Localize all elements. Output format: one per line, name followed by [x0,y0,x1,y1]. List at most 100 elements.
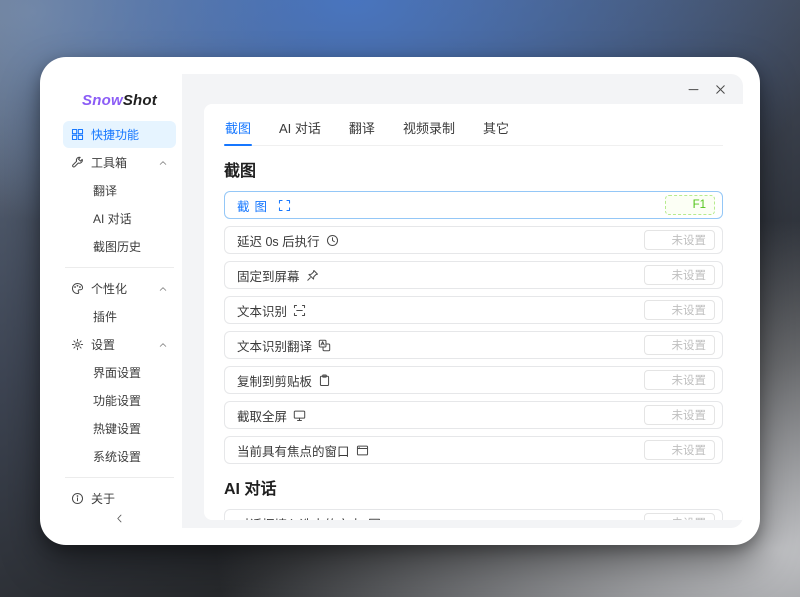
sidebar-item-label: AI 对话 [93,210,132,227]
sidebar-item-label: 工具箱 [91,154,127,171]
hotkey-badge[interactable]: 未设置 [644,513,716,520]
wrench-icon [71,156,84,169]
sidebar-item-toolbox[interactable]: 工具箱 [63,149,176,176]
sidebar-item-label: 个性化 [91,280,127,297]
hotkey-row-ocr-translate[interactable]: 文本识别翻译 未设置 [224,331,723,359]
hotkey-row-pin-to-screen[interactable]: 固定到屏幕 未设置 [224,261,723,289]
sidebar-divider [65,267,174,268]
keyboard-icon [653,339,666,352]
chevron-left-icon [114,513,125,524]
hotkey-row-capture-fullscreen[interactable]: 截取全屏 未设置 [224,401,723,429]
sidebar-item-settings[interactable]: 设置 [63,331,176,358]
sidebar-item-personalization[interactable]: 个性化 [63,275,176,302]
pin-icon [306,269,319,282]
section-ai-chat: AI 对话 对话框填入选中的文本 未设置 [224,475,723,520]
sidebar-item-screenshot-history[interactable]: 截图历史 [63,233,176,260]
hotkey-badge[interactable]: 未设置 [644,300,716,320]
grid-icon [71,128,84,141]
sidebar: SnowShot 快捷功能工具箱翻译 AI 对话截图历史个性化插件设置界面设置功能… [57,74,182,528]
sidebar-item-plugins[interactable]: 插件 [63,303,176,330]
keyboard-icon [653,269,666,282]
sidebar-item-label: 关于 [91,490,115,507]
section-title: AI 对话 [224,475,276,499]
sidebar-divider [65,477,174,478]
hotkey-row-focused-window[interactable]: 当前具有焦点的窗口 未设置 [224,436,723,464]
hotkey-row-copy-to-clipboard[interactable]: 复制到剪贴板 未设置 [224,366,723,394]
clock-icon [326,234,339,247]
hotkey-badge[interactable]: 未设置 [644,440,716,460]
sidebar-item-function-settings[interactable]: 功能设置 [63,387,176,414]
keyboard-icon [653,234,666,247]
sidebar-item-interface-settings[interactable]: 界面设置 [63,359,176,386]
clipboard-icon [318,374,331,387]
gear-icon [71,338,84,351]
translate-icon [318,339,331,352]
app-logo: SnowShot [63,82,176,121]
sidebar-item-ai-chat[interactable]: AI 对话 [63,205,176,232]
tab-translate[interactable]: 翻译 [348,112,376,145]
sidebar-item-translate[interactable]: 翻译 [63,177,176,204]
hotkey-badge[interactable]: 未设置 [644,265,716,285]
sidebar-item-system-settings[interactable]: 系统设置 [63,443,176,470]
keyboard-icon [653,304,666,317]
section-title: 截图 [224,157,256,181]
keyboard-icon [653,517,666,521]
sidebar-item-label: 设置 [91,336,115,353]
desktop-background: SnowShot 快捷功能工具箱翻译AI 对话截图历史个性化插件设置界面设置功能… [0,0,800,597]
sidebar-item-quick-actions[interactable]: 快捷功能 [63,121,176,148]
sidebar-item-label: 系统设置 [93,448,141,465]
palette-icon [71,282,84,295]
window-frame: SnowShot 快捷功能工具箱翻译AI 对话截图历史个性化插件设置界面设置功能… [40,57,760,545]
hotkey-row-ocr[interactable]: 文本识别 未设置 [224,296,723,324]
hotkey-badge[interactable]: 未设置 [644,230,716,250]
chat-icon [368,517,381,521]
reload-icon[interactable] [709,480,723,494]
scan-icon [293,304,306,317]
hotkey-badge[interactable]: 未设置 [644,405,716,425]
tab-bar: 截图 AI 对话翻译视频录制其它 [224,112,723,146]
keyboard-icon [674,199,687,212]
hotkey-row-chat-fill-selected-text[interactable]: 对话框填入选中的文本 未设置 [224,509,723,520]
tab-ai-chat[interactable]: AI 对话 [278,112,322,145]
titlebar [182,74,743,104]
logo-shot: Shot [123,92,157,109]
keyboard-icon [653,444,666,457]
hotkey-badge[interactable]: F1 [665,195,715,215]
hotkey-badge[interactable]: 未设置 [644,335,716,355]
sidebar-item-about[interactable]: 关于 [63,485,176,512]
section-header: AI 对话 [224,475,723,499]
tab-screenshot[interactable]: 截图 [224,112,252,145]
keyboard-icon [653,374,666,387]
logo-snow: Snow [82,92,123,109]
reload-icon[interactable] [709,162,723,176]
main-area: 截图AI 对话翻译视频录制其它 截图 截图 F1 延迟 0s 后执行 未设置 固… [182,74,743,528]
sidebar-item-label: 功能设置 [93,392,141,409]
monitor-icon [293,409,306,422]
crop-icon [278,199,291,212]
sidebar-item-label: 快捷功能 [91,126,139,143]
content-panel: 截图AI 对话翻译视频录制其它 截图 截图 F1 延迟 0s 后执行 未设置 固… [204,104,743,520]
chevron-up-icon [158,284,168,294]
close-button[interactable] [714,83,727,96]
section-screenshot: 截图 截图 F1 延迟 0s 后执行 未设置 固定到屏幕 未设置 [224,157,723,464]
section-header: 截图 [224,157,723,181]
sidebar-item-label: 热键设置 [93,420,141,437]
hotkey-row-screenshot[interactable]: 截图 F1 [224,191,723,219]
sidebar-item-hotkey-settings[interactable]: 热键设置 [63,415,176,442]
chevron-up-icon [158,340,168,350]
sidebar-item-label: 界面设置 [93,364,141,381]
chevron-up-icon [158,158,168,168]
info-icon [71,492,84,505]
window-icon [356,444,369,457]
hotkey-badge[interactable]: 未设置 [644,370,716,390]
hotkey-row-delay-execute[interactable]: 延迟 0s 后执行 未设置 [224,226,723,254]
minimize-button[interactable] [687,83,700,96]
tab-other[interactable]: 其它 [482,112,510,145]
sidebar-item-label: 翻译 [93,182,117,199]
sidebar-collapse-button[interactable] [109,513,131,524]
sidebar-item-label: 截图历史 [93,238,141,255]
keyboard-icon [653,409,666,422]
snowshot-app-window: SnowShot 快捷功能工具箱翻译AI 对话截图历史个性化插件设置界面设置功能… [57,74,743,528]
tab-video-record[interactable]: 视频录制 [402,112,456,145]
sidebar-item-label: 插件 [93,308,117,325]
